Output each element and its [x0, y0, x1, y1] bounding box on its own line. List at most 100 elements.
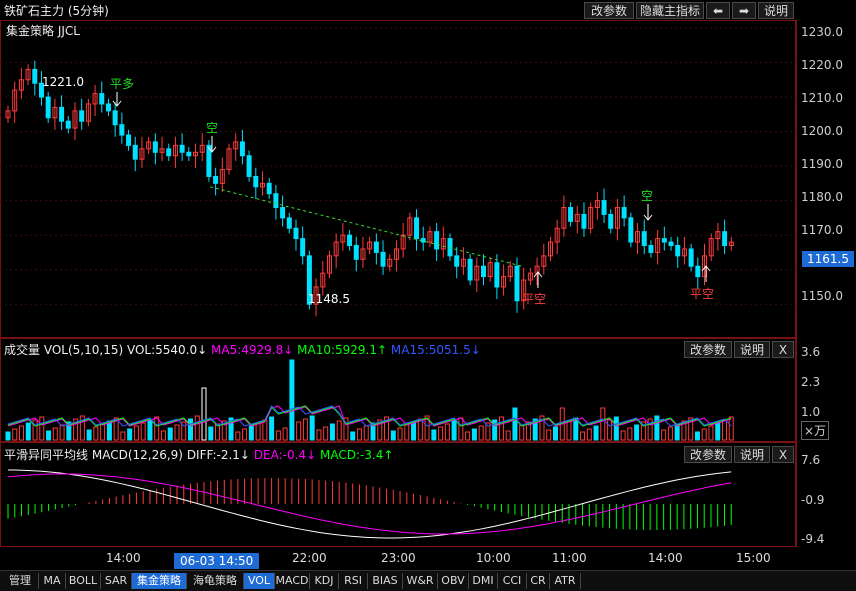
signal-kong: 空 [641, 189, 653, 203]
volume-bar [505, 430, 511, 441]
candle-body [186, 151, 192, 157]
volume-bar [174, 424, 180, 441]
volume-bar [39, 416, 45, 441]
vol-axis: 3.6 2.3 1.0 ×万 [796, 338, 856, 442]
hide-indicator-button[interactable]: 隐藏主指标 [636, 2, 704, 19]
candle-body [166, 148, 172, 157]
volume-bar [235, 431, 241, 441]
volume-bar [519, 424, 525, 441]
candle-body [648, 245, 654, 253]
tab-atr[interactable]: ATR [550, 573, 581, 589]
volume-bar [593, 425, 599, 441]
candle-body [32, 68, 38, 84]
volume-bar [154, 416, 160, 441]
candle-body [353, 245, 359, 260]
volume-bar [309, 415, 315, 441]
candle-body [467, 258, 473, 281]
volume-bar [444, 423, 450, 441]
volume-bar [133, 425, 139, 441]
signal-ping-duo: 平多 [110, 77, 134, 91]
macd-chart[interactable] [0, 442, 796, 547]
volume-bar [289, 359, 295, 441]
volume-bar [546, 429, 552, 441]
signal-arrow-icon [701, 265, 711, 282]
signal-ping-kong: 平空 [522, 292, 546, 306]
time-label: 10:00 [476, 551, 511, 565]
volume-bar [302, 418, 308, 441]
help-button[interactable]: 说明 [758, 2, 794, 19]
volume-bar [654, 415, 660, 441]
candle-body [641, 231, 647, 246]
volume-bar [390, 430, 396, 441]
candle-body [179, 144, 185, 153]
volume-bar [242, 428, 248, 441]
tab-sar[interactable]: SAR [101, 573, 132, 589]
volume-bar [438, 426, 444, 441]
macd-axis: 7.6 -0.9 -9.4 [796, 442, 856, 547]
vol-y-tick: 1.0 [801, 405, 821, 419]
candle-body [628, 217, 634, 243]
tab-macd[interactable]: MACD [275, 573, 310, 589]
volume-bar [25, 422, 31, 441]
volume-bar [411, 421, 417, 441]
tab-bias[interactable]: BIAS [368, 573, 403, 589]
params-button[interactable]: 改参数 [584, 2, 634, 19]
volume-bar [715, 422, 721, 441]
candle-body [414, 217, 420, 240]
candle-body [434, 231, 440, 250]
volume-chart[interactable] [0, 338, 796, 442]
volume-bar [167, 427, 173, 441]
candle-body [79, 110, 85, 122]
tab-cci[interactable]: CCI [498, 573, 527, 589]
volume-bar [269, 416, 275, 441]
tab-cr[interactable]: CR [527, 573, 550, 589]
candle-body [112, 110, 118, 126]
back-arrow-icon[interactable]: ⬅ [706, 2, 730, 19]
volume-bar [323, 426, 329, 441]
y-tick: 1210.0 [801, 91, 843, 105]
volume-bar [701, 428, 707, 441]
tab-w&r[interactable]: W&R [403, 573, 438, 589]
volume-bar [607, 419, 613, 441]
volume-bar [627, 427, 633, 441]
signal-arrow-icon [112, 92, 122, 107]
tab-rsi[interactable]: RSI [339, 573, 368, 589]
candle-body [213, 175, 219, 184]
volume-bar [282, 427, 288, 441]
macd-y-tick: -0.9 [801, 493, 825, 507]
candle-body [514, 265, 520, 302]
tab-obv[interactable]: OBV [438, 573, 469, 589]
candle-body [688, 248, 694, 267]
volume-bar [127, 428, 133, 441]
volume-bar [350, 431, 356, 441]
tab-boll[interactable]: BOLL [66, 573, 101, 589]
tab-dmi[interactable]: DMI [469, 573, 498, 589]
candle-body [280, 207, 286, 219]
volume-bar [100, 423, 106, 441]
time-cursor-label: 06-03 14:50 [174, 553, 260, 569]
candle-body [601, 200, 607, 215]
volume-bar [46, 430, 52, 441]
volume-bar [721, 419, 727, 441]
vol-y-tick: 3.6 [801, 345, 821, 359]
tab-管理[interactable]: 管理 [2, 573, 39, 589]
tab-集金策略[interactable]: 集金策略 [132, 573, 187, 589]
candle-body [661, 238, 667, 243]
candlestick-chart[interactable]: 1221.01148.5平多空空平空 平空 [0, 20, 796, 338]
volume-bar [566, 420, 572, 441]
volume-bar [275, 430, 281, 441]
volume-bar [255, 422, 261, 441]
time-label: 14:00 [648, 551, 683, 565]
volume-bar [329, 423, 335, 441]
forward-arrow-icon[interactable]: ➡ [732, 2, 756, 19]
candle-body [668, 241, 674, 247]
tab-vol[interactable]: VOL [244, 573, 275, 589]
tab-kdj[interactable]: KDJ [310, 573, 339, 589]
volume-bar [316, 429, 322, 441]
volume-bar [728, 416, 734, 441]
tab-ma[interactable]: MA [39, 573, 66, 589]
volume-bar [5, 431, 11, 441]
candle-body [293, 227, 299, 240]
volume-bar [580, 431, 586, 441]
tab-海龟策略[interactable]: 海龟策略 [187, 573, 244, 589]
